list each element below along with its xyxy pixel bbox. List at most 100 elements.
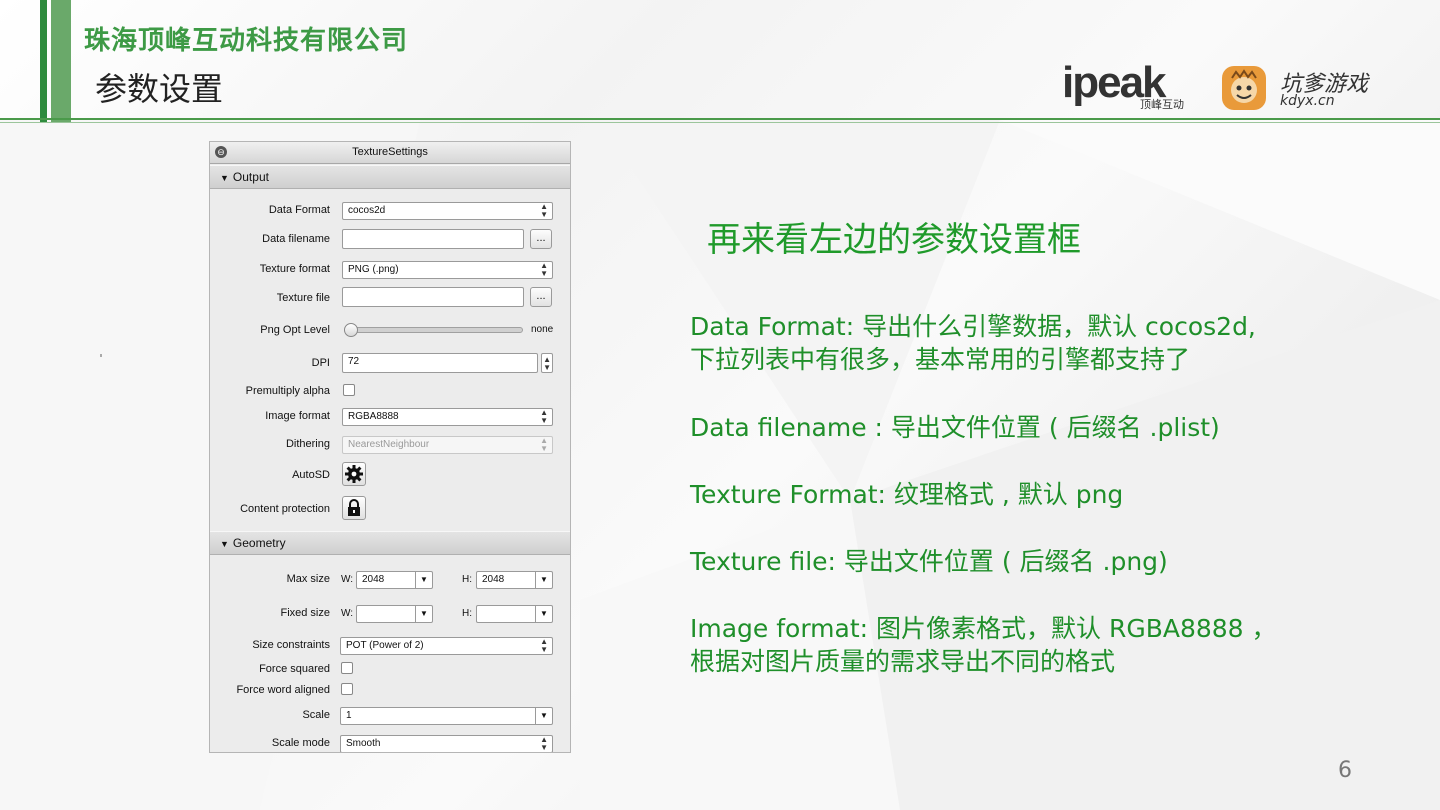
- force-squared-label: Force squared: [259, 663, 330, 675]
- desc-data-filename: Data filename : 导出文件位置 ( 后缀名 .plist): [690, 411, 1310, 444]
- desc-line: Texture file: 导出文件位置 ( 后缀名 .png): [690, 547, 1168, 576]
- window-control-icon[interactable]: ⊖: [215, 146, 227, 158]
- texture-format-label: Texture format: [259, 263, 330, 275]
- updown-arrows-icon: ▲ ▼: [540, 637, 548, 654]
- data-format-label: Data Format: [268, 204, 330, 216]
- force-word-aligned-checkbox[interactable]: [341, 683, 353, 695]
- autosd-label: AutoSD: [292, 469, 330, 481]
- desc-line: 根据对图片质量的需求导出不同的格式: [690, 647, 1116, 676]
- texture-file-browse-button[interactable]: ...: [530, 287, 552, 307]
- scale-label: Scale: [302, 709, 330, 721]
- force-word-aligned-label: Force word aligned: [236, 684, 330, 696]
- data-filename-input[interactable]: [342, 229, 524, 249]
- size-constraints-label: Size constraints: [252, 639, 330, 651]
- dpi-label: DPI: [311, 357, 330, 369]
- kdyx-logo-url: kdyx.cn: [1280, 93, 1335, 109]
- dithering-label: Dithering: [285, 438, 330, 450]
- texture-format-value: PNG (.png): [348, 264, 399, 275]
- chevron-down-icon: ▼: [415, 572, 432, 588]
- image-format-label: Image format: [265, 410, 330, 422]
- section-output-label: Output: [232, 170, 269, 184]
- chevron-down-icon: ▼: [415, 606, 432, 622]
- scale-mode-value: Smooth: [346, 738, 381, 749]
- png-opt-level-value: none: [531, 324, 554, 335]
- chevron-down-icon: ▼: [535, 572, 552, 588]
- max-size-label: Max size: [286, 573, 330, 585]
- ipeak-logo-subtext: 顶峰互动: [1140, 98, 1184, 111]
- desc-line: Data filename : 导出文件位置 ( 后缀名 .plist): [690, 413, 1220, 442]
- section-geometry-label: Geometry: [232, 536, 286, 550]
- max-size-w-label: W:: [341, 574, 354, 585]
- updown-arrows-icon: ▲ ▼: [540, 436, 548, 453]
- disclosure-triangle-icon: ▼: [220, 539, 229, 549]
- fixed-size-w-label: W:: [341, 608, 354, 619]
- header-accent-bar-light: [51, 0, 71, 122]
- png-opt-level-slider[interactable]: [344, 327, 523, 333]
- png-opt-level-label: Png Opt Level: [260, 324, 330, 336]
- png-opt-level-slider-knob[interactable]: [344, 323, 358, 337]
- max-size-w-combo[interactable]: 2048 ▼: [356, 571, 433, 589]
- force-squared-checkbox[interactable]: [341, 662, 353, 674]
- section-output[interactable]: ▼ Output: [210, 165, 570, 189]
- fixed-size-label: Fixed size: [280, 607, 330, 619]
- scale-value: 1: [346, 710, 352, 721]
- texture-file-label: Texture file: [276, 292, 330, 304]
- content-protection-button[interactable]: [342, 496, 366, 520]
- max-size-w-value: 2048: [362, 574, 385, 585]
- desc-texture-file: Texture file: 导出文件位置 ( 后缀名 .png): [690, 545, 1310, 578]
- header-divider-thin: [0, 122, 1440, 123]
- scale-mode-select[interactable]: Smooth ▲ ▼: [340, 735, 553, 752]
- ipeak-logo: ipeak 顶峰互动: [1062, 58, 1197, 112]
- max-size-h-label: H:: [462, 574, 472, 585]
- fixed-size-h-combo[interactable]: ▼: [476, 605, 553, 623]
- texture-file-input[interactable]: [342, 287, 524, 307]
- desc-texture-format: Texture Format: 纹理格式 , 默认 png: [690, 478, 1310, 511]
- scale-mode-label: Scale mode: [271, 737, 330, 749]
- data-format-select[interactable]: cocos2d ▲ ▼: [342, 202, 553, 220]
- panel-title: TextureSettings: [352, 146, 428, 158]
- desc-data-format: Data Format: 导出什么引擎数据，默认 cocos2d, 下拉列表中有…: [690, 310, 1310, 376]
- desc-line: Image format: 图片像素格式，默认 RGBA8888 ，: [690, 614, 1277, 643]
- size-constraints-select[interactable]: POT (Power of 2) ▲ ▼: [340, 637, 553, 655]
- chevron-down-icon: ▼: [535, 606, 552, 622]
- autosd-button[interactable]: [342, 462, 366, 486]
- updown-arrows-icon: ▲ ▼: [540, 261, 548, 278]
- dpi-input[interactable]: 72: [342, 353, 538, 373]
- stepper-arrows-icon: ▲ ▼: [543, 355, 551, 372]
- max-size-h-combo[interactable]: 2048 ▼: [476, 571, 553, 589]
- desc-line: Data Format: 导出什么引擎数据，默认 cocos2d,: [690, 312, 1256, 341]
- data-format-value: cocos2d: [348, 205, 386, 216]
- monkey-face-icon: [1222, 66, 1266, 110]
- page-number: 6: [1338, 758, 1352, 783]
- texture-format-select[interactable]: PNG (.png) ▲ ▼: [342, 261, 553, 279]
- image-format-select[interactable]: RGBA8888 ▲ ▼: [342, 408, 553, 426]
- data-filename-label: Data filename: [262, 233, 330, 245]
- stray-mark: [100, 354, 102, 357]
- desc-line: Texture Format: 纹理格式 , 默认 png: [690, 480, 1124, 509]
- content-protection-label: Content protection: [240, 503, 330, 515]
- data-filename-browse-button[interactable]: ...: [530, 229, 552, 249]
- fixed-size-w-combo[interactable]: ▼: [356, 605, 433, 623]
- panel-titlebar: ⊖ TextureSettings: [210, 142, 570, 164]
- disclosure-triangle-icon: ▼: [220, 173, 229, 183]
- gear-icon: [345, 465, 363, 483]
- size-constraints-value: POT (Power of 2): [346, 640, 424, 651]
- texture-settings-panel: ⊖ TextureSettings ▼ Output Data Format co…: [209, 141, 571, 753]
- fixed-size-h-label: H:: [462, 608, 472, 619]
- dpi-stepper[interactable]: ▲ ▼: [541, 353, 553, 373]
- company-name: 珠海顶峰互动科技有限公司: [84, 26, 409, 56]
- page-title: 参数设置: [95, 70, 224, 108]
- chevron-down-icon: ▼: [535, 708, 552, 724]
- lock-icon: [348, 499, 360, 516]
- premultiply-alpha-checkbox[interactable]: [343, 384, 355, 396]
- scale-combo[interactable]: 1 ▼: [340, 707, 553, 725]
- section-geometry[interactable]: ▼ Geometry: [210, 531, 570, 555]
- dithering-value: NearestNeighbour: [348, 439, 430, 450]
- premultiply-alpha-label: Premultiply alpha: [245, 385, 330, 397]
- kdyx-logo: 坑爹游戏 kdyx.cn: [1222, 66, 1372, 112]
- updown-arrows-icon: ▲ ▼: [540, 408, 548, 425]
- max-size-h-value: 2048: [482, 574, 505, 585]
- header-divider: [0, 118, 1440, 120]
- dithering-select[interactable]: NearestNeighbour ▲ ▼: [342, 436, 553, 454]
- content-heading: 再来看左边的参数设置框: [707, 220, 1081, 260]
